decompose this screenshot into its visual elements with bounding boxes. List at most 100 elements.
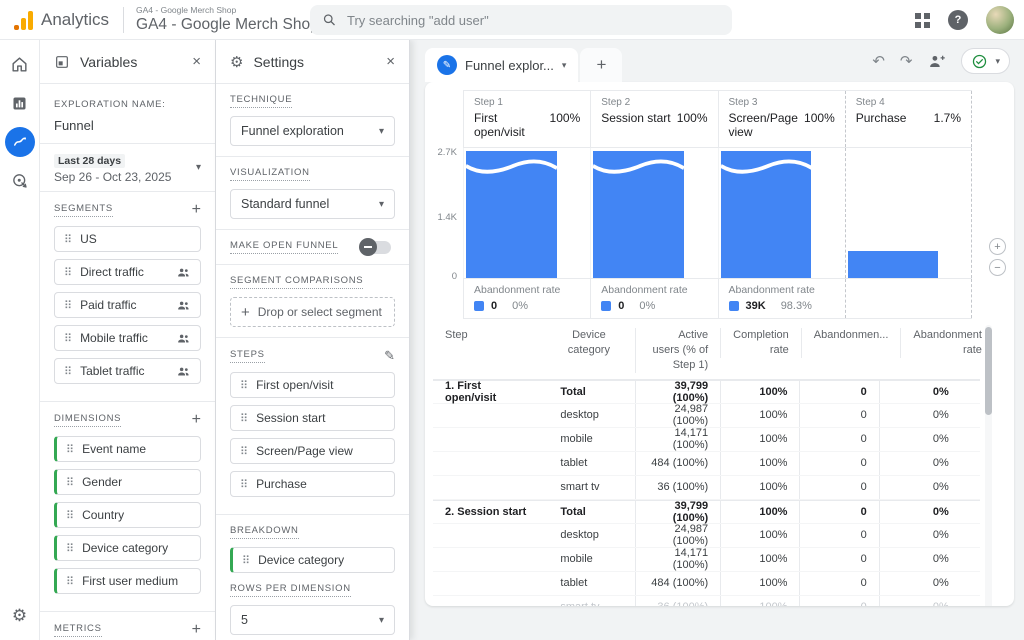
zoom-out-icon[interactable]: − xyxy=(989,259,1006,276)
canvas-toolbar: ↶ ↷ ▾ xyxy=(872,48,1010,74)
abandonment-label: Abandonment rate xyxy=(729,284,835,296)
drag-handle-icon[interactable]: ⠿ xyxy=(64,365,72,378)
open-funnel-toggle[interactable] xyxy=(361,241,391,254)
user-avatar[interactable] xyxy=(986,6,1014,34)
funnel-bar[interactable] xyxy=(721,151,812,278)
table-scrollbar[interactable] xyxy=(985,325,992,606)
funnel-bar[interactable] xyxy=(593,151,684,278)
explore-icon-active[interactable] xyxy=(5,127,35,157)
drag-handle-icon[interactable]: ⠿ xyxy=(66,509,74,522)
open-funnel-label: MAKE OPEN FUNNEL xyxy=(230,240,338,254)
add-tab-button[interactable]: + xyxy=(580,48,622,82)
dimension-label: First user medium xyxy=(82,574,178,588)
saved-status-pill[interactable]: ▾ xyxy=(961,48,1010,74)
date-range-selector[interactable]: Last 28 days Sep 26 - Oct 23, 2025 ▾ xyxy=(40,144,215,192)
property-switcher[interactable]: GA4 - Google Merch Shop GA4 - Google Mer… xyxy=(136,5,319,34)
drag-handle-icon[interactable]: ⠿ xyxy=(64,266,72,279)
apps-grid-icon[interactable] xyxy=(915,13,930,28)
add-segment-icon[interactable]: + xyxy=(192,202,201,218)
segment-chip[interactable]: ⠿ US xyxy=(54,226,201,252)
scrollbar-thumb[interactable] xyxy=(985,327,992,415)
step-chip[interactable]: ⠿ Session start xyxy=(230,405,395,431)
funnel-bar[interactable] xyxy=(466,151,557,278)
segment-chip[interactable]: ⠿ Direct traffic xyxy=(54,259,201,285)
abandonment-rate: 0% xyxy=(512,300,528,312)
segment-chip[interactable]: ⠿ Mobile traffic xyxy=(54,325,201,351)
funnel-bar[interactable] xyxy=(848,251,938,278)
step-chip[interactable]: ⠿ Screen/Page view xyxy=(230,438,395,464)
tab-funnel-exploration[interactable]: ✎ Funnel explor... ▾ xyxy=(425,48,578,82)
drop-segment-zone[interactable]: + Drop or select segment xyxy=(230,297,395,327)
table-row: 1. First open/visit Total 39,799 (100%) … xyxy=(433,380,980,404)
column-header: Abandonmen... xyxy=(801,328,901,358)
dimension-label: Country xyxy=(82,508,124,522)
segment-chip[interactable]: ⠿ Tablet traffic xyxy=(54,358,201,384)
dimension-chip[interactable]: ⠿ Event name xyxy=(54,436,201,462)
abandonment-cell: Abandonment rate 0 0% xyxy=(590,279,717,318)
redo-icon[interactable]: ↷ xyxy=(900,54,913,69)
header-divider xyxy=(123,7,124,33)
step-number: Step 2 xyxy=(601,97,707,108)
search-input[interactable] xyxy=(347,13,720,28)
chevron-down-icon: ▾ xyxy=(562,60,567,71)
analytics-home-link[interactable]: Analytics xyxy=(0,10,109,30)
dimensions-section: DIMENSIONS + ⠿ Event name ⠿ Gender ⠿ Cou… xyxy=(40,402,215,612)
drag-handle-icon[interactable]: ⠿ xyxy=(64,299,72,312)
drag-handle-icon[interactable]: ⠿ xyxy=(240,412,248,425)
step-label: First open/visit xyxy=(256,378,333,392)
trend-wave-line xyxy=(721,158,812,176)
step-chip[interactable]: ⠿ First open/visit xyxy=(230,372,395,398)
drag-handle-icon[interactable]: ⠿ xyxy=(64,332,72,345)
dimension-chip[interactable]: ⠿ Country xyxy=(54,502,201,528)
zoom-in-icon[interactable]: + xyxy=(989,238,1006,255)
cell-completion-rate: 100% xyxy=(720,452,799,475)
global-search[interactable] xyxy=(310,5,732,35)
admin-gear-icon[interactable]: ⚙ xyxy=(12,606,27,626)
cell-abandonment-rate: 0% xyxy=(879,596,961,606)
share-users-icon[interactable] xyxy=(927,52,946,71)
tab-strip: ✎ Funnel explor... ▾ + ↶ ↷ ▾ xyxy=(410,40,1024,82)
drag-handle-icon[interactable]: ⠿ xyxy=(240,445,248,458)
edit-steps-icon[interactable]: ✎ xyxy=(384,348,395,364)
rows-per-dimension-value: 5 xyxy=(241,613,248,627)
nav-rail: ⚙ xyxy=(0,40,40,640)
table-row: tablet 484 (100%) 100% 0 0% xyxy=(433,452,980,476)
funnel-step-headers: Step 1 First open/visit 100% Step 2 Sess… xyxy=(463,90,972,148)
drag-handle-icon[interactable]: ⠿ xyxy=(240,478,248,491)
drag-handle-icon[interactable]: ⠿ xyxy=(242,554,250,567)
help-icon[interactable]: ? xyxy=(948,10,968,30)
cell-abandonment-rate: 0% xyxy=(879,572,961,595)
reports-icon[interactable] xyxy=(5,88,35,118)
visualization-select[interactable]: Standard funnel ▾ xyxy=(230,189,395,219)
rows-per-dimension-select[interactable]: 5 ▾ xyxy=(230,605,395,635)
step-number: Step 4 xyxy=(856,97,961,108)
exploration-name-value[interactable]: Funnel xyxy=(54,118,201,133)
technique-select[interactable]: Funnel exploration ▾ xyxy=(230,116,395,146)
add-metric-icon[interactable]: + xyxy=(192,622,201,638)
dimension-chip[interactable]: ⠿ Device category xyxy=(54,535,201,561)
drag-handle-icon[interactable]: ⠿ xyxy=(66,443,74,456)
canvas-area: ✎ Funnel explor... ▾ + ↶ ↷ ▾ Step 1 xyxy=(410,40,1024,640)
drag-handle-icon[interactable]: ⠿ xyxy=(66,575,74,588)
step-chip[interactable]: ⠿ Purchase xyxy=(230,471,395,497)
drag-handle-icon[interactable]: ⠿ xyxy=(64,233,72,246)
cell-device: Total xyxy=(542,386,635,398)
dimension-chip[interactable]: ⠿ First user medium xyxy=(54,568,201,594)
undo-icon[interactable]: ↶ xyxy=(872,54,885,69)
drag-handle-icon[interactable]: ⠿ xyxy=(240,379,248,392)
home-icon[interactable] xyxy=(5,49,35,79)
visualization-label: VISUALIZATION xyxy=(230,167,310,181)
breakdown-chip[interactable]: ⠿ Device category xyxy=(230,547,395,573)
close-icon[interactable]: × xyxy=(386,53,395,70)
close-icon[interactable]: × xyxy=(192,53,201,70)
cell-device: tablet xyxy=(542,457,635,469)
column-header: Completion rate xyxy=(720,328,801,358)
cell-abandonments: 0 xyxy=(799,524,878,547)
dimension-chip[interactable]: ⠿ Gender xyxy=(54,469,201,495)
cell-completion-rate: 100% xyxy=(720,428,799,451)
segment-chip[interactable]: ⠿ Paid traffic xyxy=(54,292,201,318)
add-dimension-icon[interactable]: + xyxy=(192,412,201,428)
drag-handle-icon[interactable]: ⠿ xyxy=(66,476,74,489)
advertising-icon[interactable] xyxy=(5,166,35,196)
drag-handle-icon[interactable]: ⠿ xyxy=(66,542,74,555)
